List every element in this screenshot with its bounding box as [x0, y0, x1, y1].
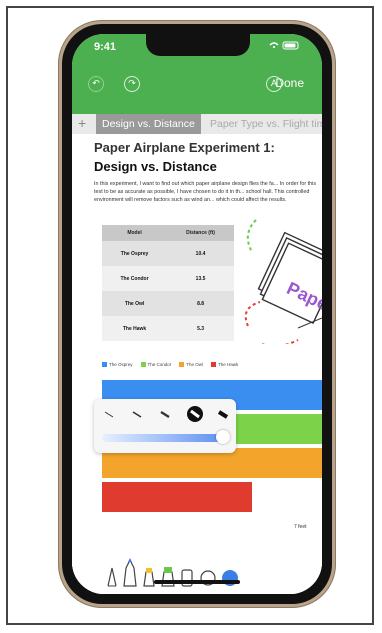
chart-legend: The Osprey The Condor The Owl The Hawk — [102, 362, 238, 368]
redo-icon[interactable]: ↷ — [124, 76, 140, 92]
table-cell: 8.8 — [167, 291, 234, 316]
legend-item: The Osprey — [102, 362, 133, 368]
page-subtitle: Design vs. Distance — [94, 159, 217, 174]
legend-item: The Hawk — [211, 362, 238, 368]
slider-thumb[interactable] — [216, 430, 230, 444]
opacity-slider[interactable] — [102, 434, 226, 442]
table-cell: The Owl — [102, 291, 168, 316]
done-button[interactable]: Done — [275, 76, 304, 90]
home-indicator — [154, 580, 240, 584]
status-icons — [268, 40, 302, 53]
phone-frame: 9:41 ↶ ↷ A Done + Design vs. Distance Pa… — [58, 20, 336, 608]
table-cell: The Condor — [102, 266, 168, 291]
legend-item: The Owl — [179, 362, 203, 368]
table-cell: The Hawk — [102, 316, 168, 341]
thin-nib-icon[interactable] — [102, 407, 116, 421]
page-title: Paper Airplane Experiment 1: — [94, 140, 275, 155]
paper-airplane-sketch: Pape — [244, 219, 322, 344]
results-table: Model Distance (ft) The Osprey 10.4 The … — [102, 225, 234, 341]
screen: 9:41 ↶ ↷ A Done + Design vs. Distance Pa… — [72, 34, 322, 594]
toolbar: ↶ ↷ A Done — [72, 70, 322, 98]
small-nib-icon[interactable] — [130, 407, 144, 421]
marker-icon — [123, 558, 137, 587]
document: Paper Airplane Experiment 1: Design vs. … — [72, 134, 322, 594]
table-cell: 10.4 — [167, 241, 234, 266]
table-header: Distance (ft) — [167, 225, 234, 241]
table-header: Model — [102, 225, 168, 241]
table-row: The Hawk 5.3 — [102, 316, 234, 341]
legend-item: The Condor — [140, 362, 171, 368]
tab-design-vs-distance[interactable]: Design vs. Distance — [96, 114, 201, 134]
tab-bar: + Design vs. Distance Paper Type vs. Fli… — [72, 114, 322, 134]
axis-label: 7 feet — [294, 524, 307, 530]
drawing-toolbar — [72, 550, 322, 594]
pen-options-panel — [94, 399, 236, 453]
status-time: 9:41 — [94, 41, 117, 53]
table-cell: 5.3 — [167, 316, 234, 341]
thick-nib-icon[interactable] — [216, 407, 230, 421]
large-nib-selected-icon[interactable] — [186, 405, 204, 423]
table-cell: The Osprey — [102, 241, 168, 266]
notch — [146, 34, 250, 56]
highlighter-icon — [143, 568, 155, 587]
wifi-battery-icon — [269, 41, 299, 50]
add-tab-button[interactable]: + — [78, 115, 86, 131]
undo-icon[interactable]: ↶ — [88, 76, 104, 92]
table-row: The Osprey 10.4 — [102, 241, 234, 266]
phone-bezel: 9:41 ↶ ↷ A Done + Design vs. Distance Pa… — [62, 24, 332, 604]
tab-paper-type[interactable]: Paper Type vs. Flight tim — [204, 114, 322, 134]
bar-hawk — [102, 482, 252, 512]
drawing-tools — [107, 558, 238, 587]
pen-icon — [107, 567, 117, 587]
table-row: The Condor 13.5 — [102, 266, 234, 291]
medium-nib-icon[interactable] — [158, 407, 172, 421]
body-text: In this experiment, I want to find out w… — [94, 181, 317, 203]
table-row: The Owl 8.8 — [102, 291, 234, 316]
table-cell: 13.5 — [167, 266, 234, 291]
